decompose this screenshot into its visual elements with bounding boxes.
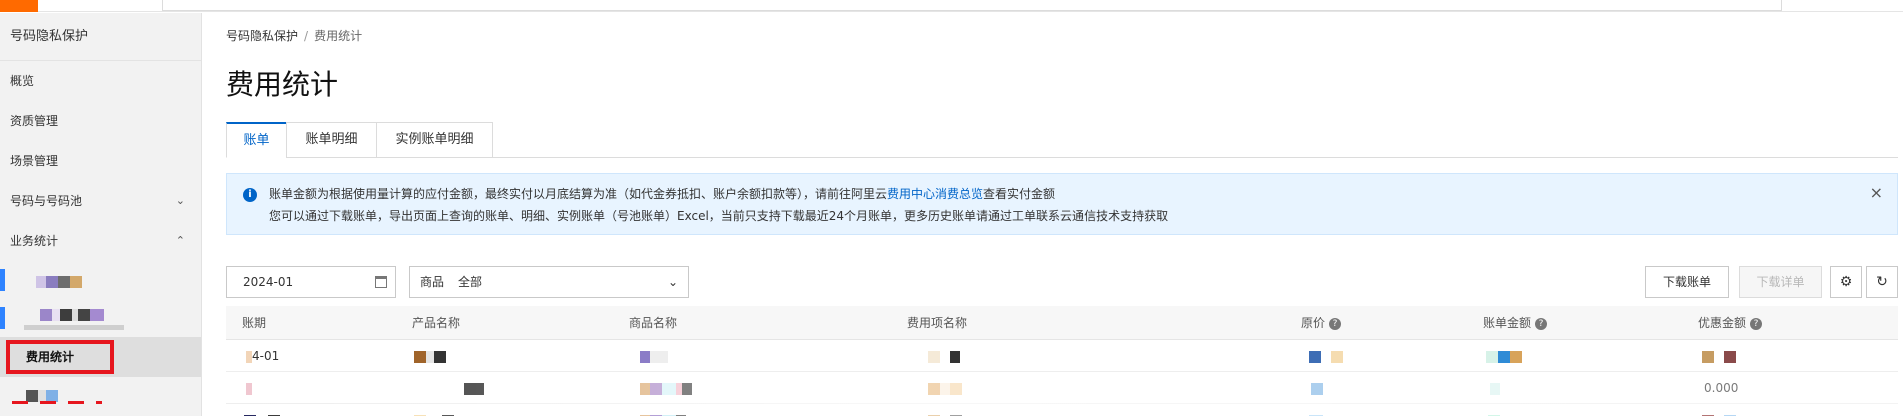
highlight-box xyxy=(6,340,114,374)
sidebar-item-label: 业务统计 xyxy=(10,234,59,248)
fee-cell xyxy=(928,404,962,416)
sidebar-item-qualification[interactable]: 资质管理 xyxy=(0,101,201,141)
sidebar-item-business-stats[interactable]: 业务统计 ⌃ xyxy=(0,221,201,261)
gear-icon[interactable]: ⚙ xyxy=(1830,266,1862,298)
refresh-icon[interactable]: ↻ xyxy=(1866,266,1898,298)
sidebar-item-label: 号码与号码池 xyxy=(10,194,83,208)
product-select-label: 商品 xyxy=(420,275,445,289)
fee-cell xyxy=(928,340,960,372)
original-price-cell xyxy=(1309,340,1343,372)
top-bar xyxy=(0,0,1903,12)
period-cell xyxy=(246,372,252,404)
sidebar-item-overview[interactable]: 概览 xyxy=(0,61,201,101)
column-header: 账单金额? xyxy=(1483,306,1548,340)
discount-cell xyxy=(1702,404,1736,416)
product-cell xyxy=(414,404,454,416)
table-row[interactable]: 4-01 xyxy=(226,340,1898,372)
month-picker-value: 2024-01 xyxy=(243,275,294,289)
sidebar-item-numbers-pools[interactable]: 号码与号码池 ⌄ xyxy=(0,181,201,221)
sidebar: 号码隐私保护 概览 资质管理 场景管理 号码与号码池 ⌄ 业务统计 ⌃ 费用统计 xyxy=(0,13,202,416)
column-header-label: 优惠金额 xyxy=(1698,316,1747,330)
page-title: 费用统计 xyxy=(226,68,339,101)
sidebar-subitem-obscured[interactable] xyxy=(0,261,201,299)
month-picker[interactable]: 2024-01 xyxy=(226,266,396,298)
period-cell: 4-01 xyxy=(246,340,279,372)
item-cell xyxy=(640,372,692,404)
column-header: 账期 xyxy=(242,316,267,330)
global-search-input[interactable] xyxy=(162,0,1782,11)
table-row[interactable] xyxy=(226,404,1898,416)
discount-cell: 0.000 xyxy=(1704,381,1739,395)
sidebar-item-scene[interactable]: 场景管理 xyxy=(0,141,201,181)
bill-amount-cell xyxy=(1488,404,1500,416)
item-cell xyxy=(640,404,686,416)
bill-table: 账期 产品名称 商品名称 费用项名称 原价? 账单金额? 优惠金额? 4-01 … xyxy=(226,306,1898,416)
tab-label: 账单 xyxy=(243,133,270,148)
discount-cell xyxy=(1702,340,1736,372)
breadcrumb-root[interactable]: 号码隐私保护 xyxy=(226,29,298,43)
help-icon[interactable]: ? xyxy=(1535,317,1548,330)
sidebar-item-label: 场景管理 xyxy=(10,154,59,168)
sidebar-item-label: 概览 xyxy=(10,74,35,88)
notice-text: 查看实付金额 xyxy=(983,187,1056,201)
brand-logo[interactable] xyxy=(0,0,38,12)
selection-edge xyxy=(0,269,5,291)
obscuring-overlay xyxy=(226,404,1898,416)
selection-edge xyxy=(0,307,5,329)
product-select[interactable]: 商品 全部 ⌄ xyxy=(409,266,689,298)
chevron-down-icon: ⌄ xyxy=(667,275,678,289)
original-price-cell xyxy=(1311,372,1323,404)
filter-toolbar: 2024-01 商品 全部 ⌄ 下载账单 下载详单 ⚙ ↻ xyxy=(226,266,1898,298)
download-bill-button[interactable]: 下载账单 xyxy=(1645,266,1729,298)
column-header: 产品名称 xyxy=(412,316,461,330)
tab-label: 实例账单明细 xyxy=(395,132,474,147)
table-row[interactable]: 0.000 xyxy=(226,372,1898,404)
product-select-value: 全部 xyxy=(458,275,483,289)
product-cell xyxy=(414,340,446,372)
fee-cell xyxy=(928,372,962,404)
help-icon[interactable]: ? xyxy=(1329,317,1342,330)
help-icon[interactable]: ? xyxy=(1750,317,1763,330)
notice-line-1: 账单金额为根据使用量计算的应付金额，最终实付以月底结算为准（如代金券抵扣、账户余… xyxy=(269,185,1055,202)
info-notice: i 账单金额为根据使用量计算的应付金额，最终实付以月底结算为准（如代金券抵扣、账… xyxy=(226,173,1898,235)
item-cell xyxy=(640,340,668,372)
sidebar-subitem-obscured[interactable] xyxy=(0,377,201,415)
column-header: 费用项名称 xyxy=(907,316,968,330)
sidebar-subitem-obscured[interactable] xyxy=(0,299,201,337)
column-header: 原价? xyxy=(1301,306,1342,340)
notice-text: 账单金额为根据使用量计算的应付金额，最终实付以月底结算为准（如代金券抵扣、账户余… xyxy=(269,187,888,201)
breadcrumb-separator: / xyxy=(304,29,309,43)
tab-label: 账单明细 xyxy=(305,132,358,147)
calendar-icon xyxy=(375,276,387,288)
period-value: 4-01 xyxy=(252,349,280,363)
column-header: 商品名称 xyxy=(629,316,678,330)
notice-line-2: 您可以通过下载账单，导出页面上查询的账单、明细、实例账单（号池账单）Excel，… xyxy=(269,209,1169,223)
info-icon: i xyxy=(243,188,257,202)
sidebar-title: 号码隐私保护 xyxy=(0,13,201,61)
bill-amount-cell xyxy=(1490,372,1500,404)
column-header-label: 账单金额 xyxy=(1483,316,1532,330)
bill-amount-cell xyxy=(1486,340,1522,372)
main-content: 号码隐私保护 / 费用统计 费用统计 账单 账单明细 实例账单明细 i 账单金额为根… xyxy=(226,13,1898,416)
column-header-label: 原价 xyxy=(1301,316,1326,330)
table-header: 账期 产品名称 商品名称 费用项名称 原价? 账单金额? 优惠金额? xyxy=(226,306,1898,340)
tab-bar: 账单 账单明细 实例账单明细 xyxy=(226,122,1898,158)
chevron-down-icon: ⌄ xyxy=(175,194,185,207)
product-cell xyxy=(464,372,484,404)
breadcrumb-current: 费用统计 xyxy=(314,29,363,43)
period-cell xyxy=(244,404,280,416)
download-detail-button[interactable]: 下载详单 xyxy=(1739,266,1822,298)
column-header: 优惠金额? xyxy=(1698,306,1763,340)
tab-bill[interactable]: 账单 xyxy=(226,122,287,158)
cost-center-link[interactable]: 费用中心消费总览 xyxy=(887,187,983,201)
sidebar-item-label: 资质管理 xyxy=(10,114,59,128)
sidebar-subitem-cost-stats[interactable]: 费用统计 xyxy=(0,337,201,377)
close-icon[interactable]: × xyxy=(1870,183,1883,202)
tab-bill-details[interactable]: 账单明细 xyxy=(286,122,377,158)
breadcrumb: 号码隐私保护 / 费用统计 xyxy=(226,27,362,44)
tab-instance-bill-details[interactable]: 实例账单明细 xyxy=(376,122,493,158)
chevron-up-icon: ⌃ xyxy=(175,234,185,247)
original-price-cell xyxy=(1309,404,1323,416)
